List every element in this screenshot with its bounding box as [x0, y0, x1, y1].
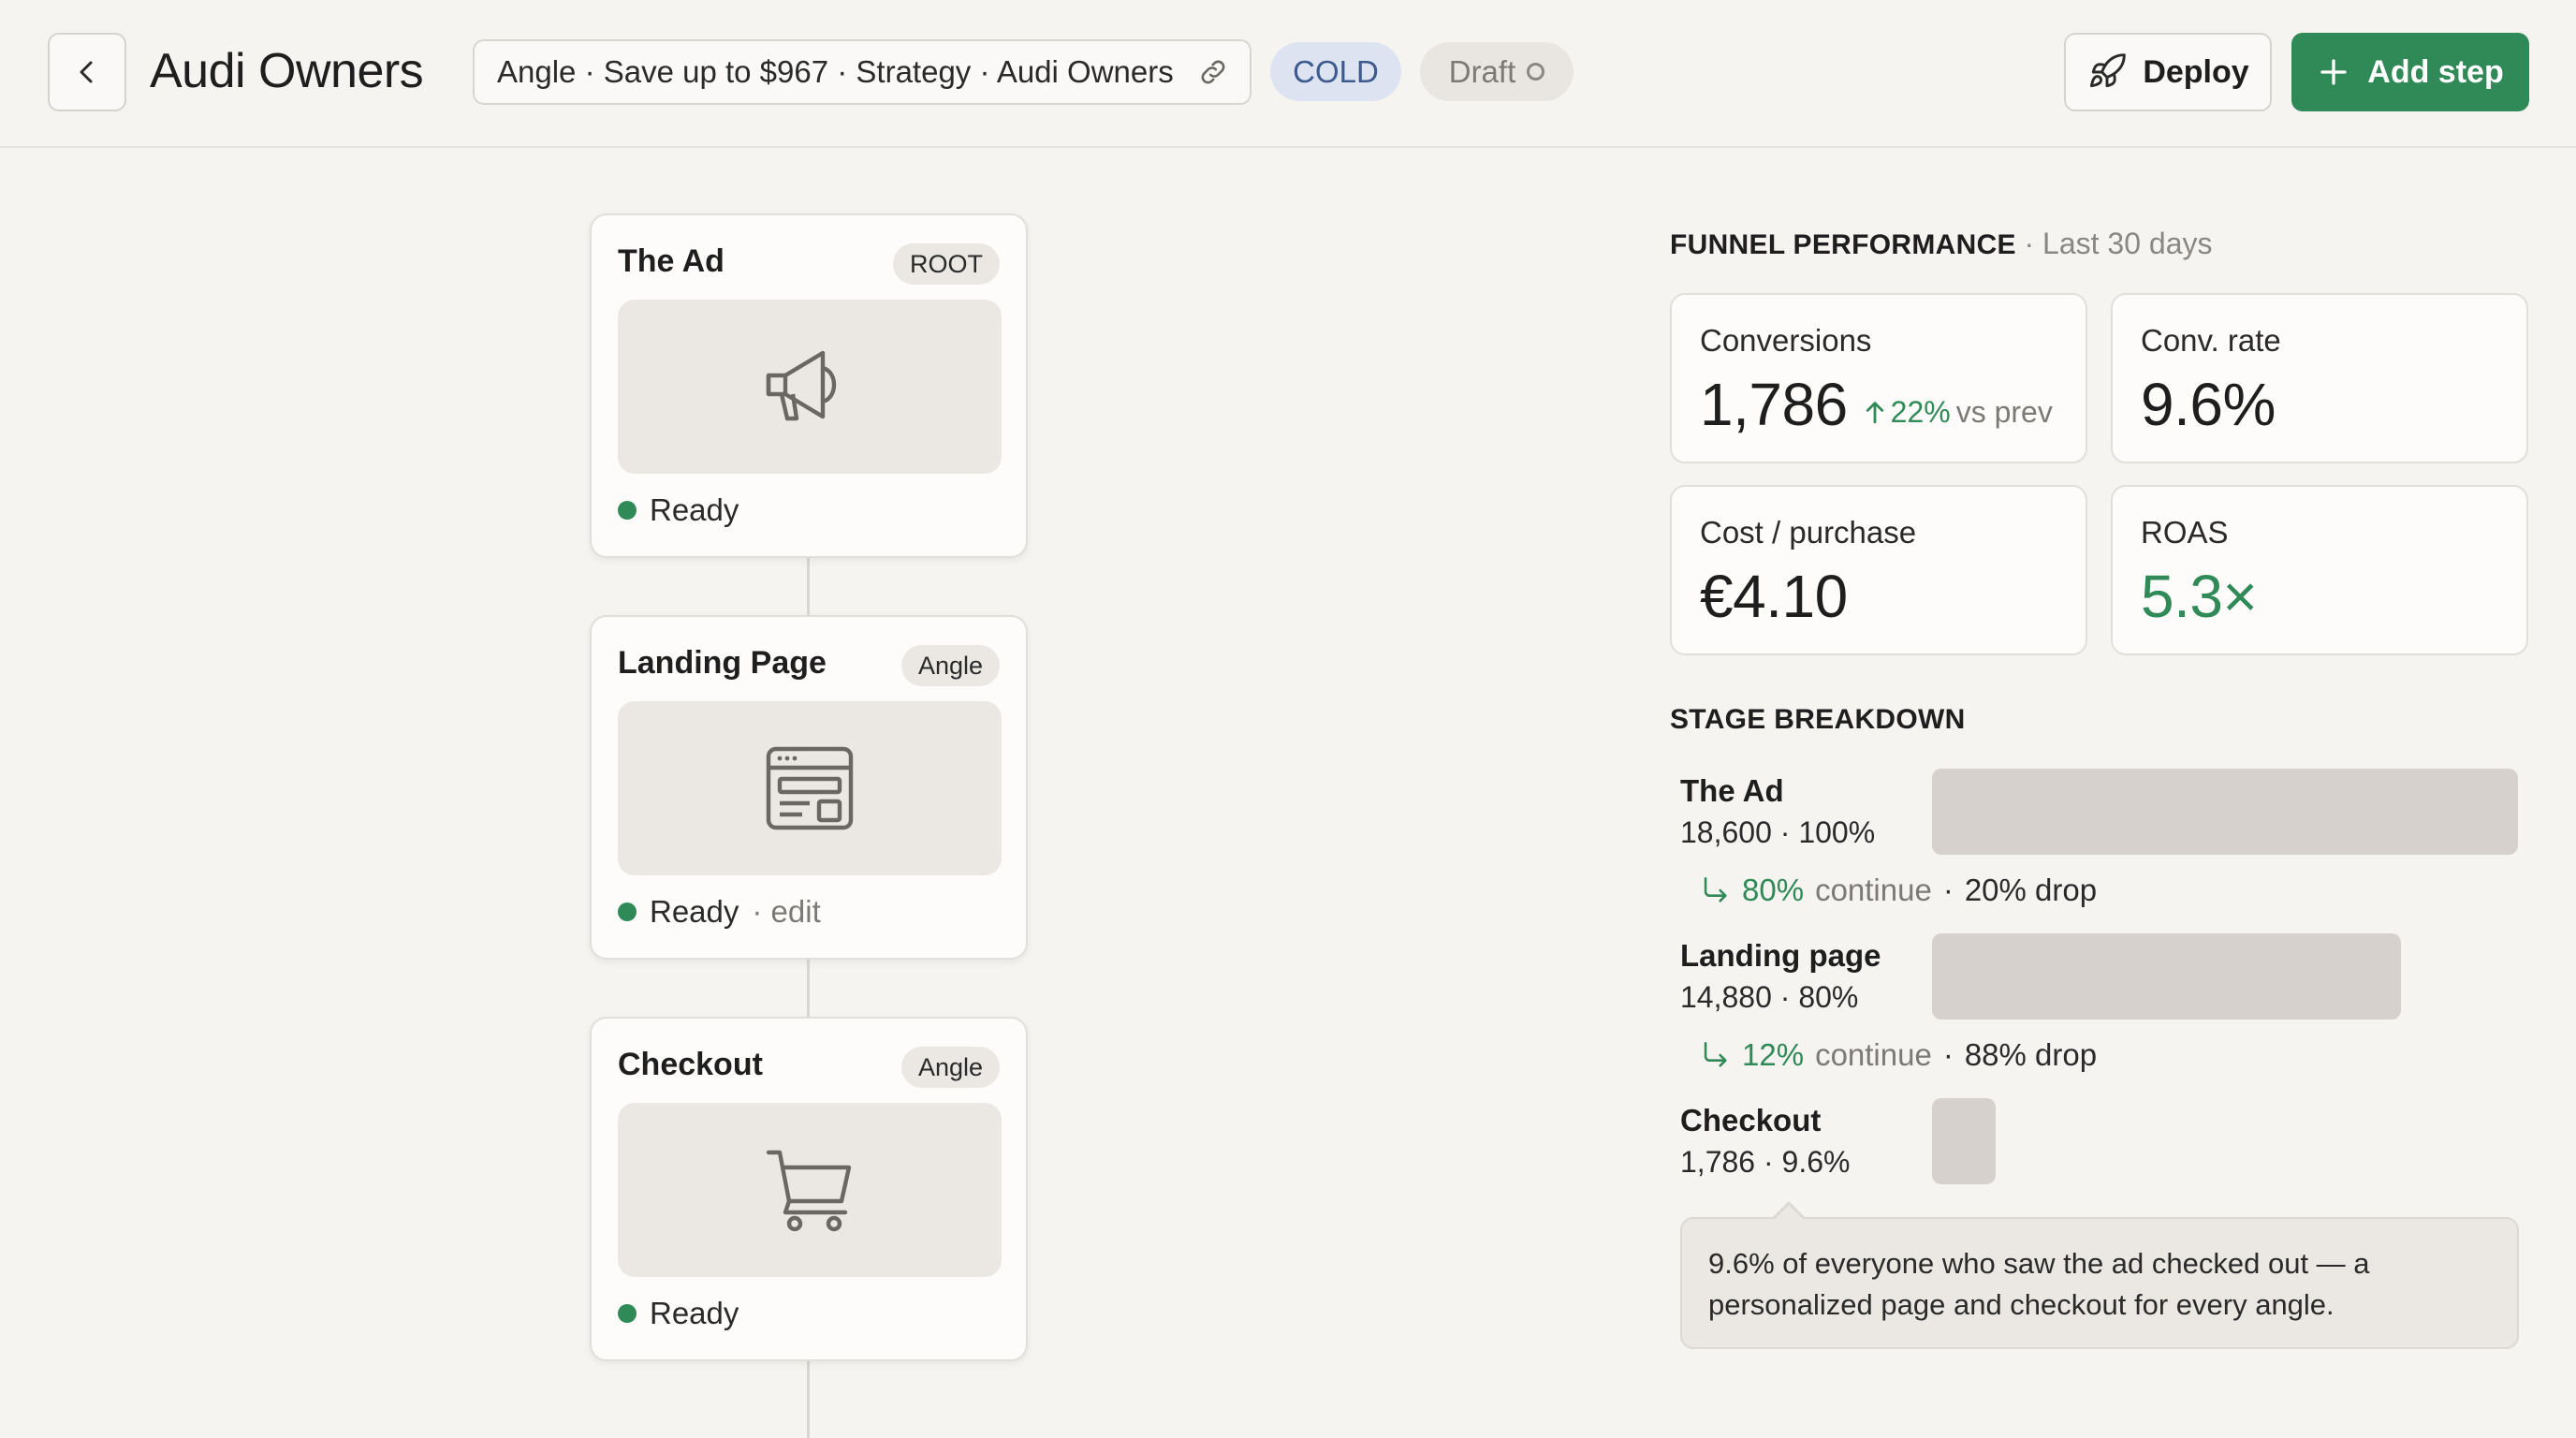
- back-button[interactable]: [48, 33, 126, 111]
- link-icon[interactable]: [1197, 56, 1229, 88]
- metric-label: Cost / purchase: [1700, 515, 1917, 550]
- step-preview[interactable]: [618, 1103, 1002, 1277]
- stage-bar: [1932, 933, 2401, 1020]
- draft-circle-icon: [1527, 63, 1545, 81]
- stage-transition: 80% continue · 20% drop: [1699, 873, 2097, 908]
- continue-percent: 12%: [1742, 1037, 1805, 1072]
- delta-value: 22%: [1890, 394, 1951, 429]
- step-preview[interactable]: [618, 701, 1002, 875]
- stage-name: Landing page: [1680, 938, 1881, 973]
- step-tag: Angle: [900, 1047, 1000, 1088]
- step-card-checkout[interactable]: Checkout Angle Ready: [590, 1017, 1028, 1361]
- metric-delta: 22% vs prev: [1865, 395, 2053, 430]
- metric-label: ROAS: [2141, 515, 2229, 550]
- separator: ·: [1942, 873, 1954, 907]
- step-status: Ready · edit: [618, 894, 821, 930]
- deploy-button[interactable]: Deploy: [2064, 33, 2272, 111]
- metric-card-cost-per-purchase: Cost / purchase €4.10: [1670, 485, 2087, 655]
- drop-label: 88% drop: [1964, 1037, 2098, 1072]
- add-step-label: Add step: [2367, 53, 2504, 90]
- step-preview[interactable]: [618, 300, 1002, 474]
- metric-number: 1,786: [1700, 371, 1848, 438]
- rocket-icon: [2090, 53, 2127, 88]
- stage-stats: 14,880 · 80%: [1680, 980, 1859, 1014]
- funnel-performance-heading: FUNNEL PERFORMANCE · Last 30 days: [1670, 227, 2213, 261]
- arrow-turn-down-right-icon: [1704, 876, 1727, 902]
- step-tag: ROOT: [893, 243, 1000, 285]
- status-badge-draft: Draft: [1420, 42, 1573, 101]
- cart-icon: [766, 1150, 852, 1232]
- step-status: Ready: [618, 1296, 739, 1331]
- edit-link[interactable]: · edit: [752, 894, 820, 930]
- insight-note: 9.6% of everyone who saw the ad checked …: [1680, 1217, 2519, 1349]
- metric-label: Conv. rate: [2141, 323, 2281, 358]
- flow-connector: [807, 1361, 810, 1438]
- flow-connector: [807, 960, 810, 1020]
- stage-bar: [1932, 1098, 1996, 1184]
- breadcrumb-text: Angle · Save up to $967 · Strategy · Aud…: [497, 54, 1174, 89]
- stage-breakdown-heading: STAGE BREAKDOWN: [1670, 704, 1966, 735]
- megaphone-icon: [766, 350, 837, 421]
- chevron-left-icon: [80, 61, 93, 83]
- top-bar: Audi Owners Angle · Save up to $967 · St…: [0, 0, 2576, 148]
- step-tag: Angle: [900, 645, 1000, 686]
- status-label: Ready: [650, 1296, 739, 1330]
- heading-text: FUNNEL PERFORMANCE: [1670, 229, 2016, 260]
- draft-label: Draft: [1448, 53, 1516, 89]
- webpage-icon: [766, 746, 854, 830]
- separator: ·: [1942, 1037, 1954, 1072]
- step-card-landing-page[interactable]: Landing Page Angle Ready · edit: [590, 615, 1028, 960]
- continue-label: continue: [1815, 1037, 1932, 1072]
- metric-value: 9.6%: [2141, 371, 2276, 438]
- metric-label: Conversions: [1700, 323, 1872, 358]
- page-title: Audi Owners: [150, 44, 424, 98]
- stage-stats: 18,600 · 100%: [1680, 815, 1876, 849]
- status-label: Ready: [650, 894, 739, 929]
- status-dot: [618, 1304, 637, 1323]
- flow-connector: [807, 558, 810, 618]
- metric-value: 1,786 22% vs prev: [1700, 370, 2053, 439]
- callout-caret-fill: [1775, 1205, 1803, 1219]
- drop-label: 20% drop: [1964, 873, 2098, 907]
- plus-icon: [2320, 59, 2347, 85]
- continue-percent: 80%: [1742, 873, 1805, 907]
- metric-value: €4.10: [1700, 563, 1848, 630]
- stage-transition: 12% continue · 88% drop: [1699, 1037, 2097, 1073]
- step-title: Checkout: [618, 1047, 763, 1082]
- continue-label: continue: [1815, 873, 1932, 907]
- metric-value: 5.3×: [2141, 563, 2258, 630]
- breadcrumb[interactable]: Angle · Save up to $967 · Strategy · Aud…: [473, 39, 1251, 105]
- step-title: Landing Page: [618, 645, 827, 681]
- status-dot: [618, 501, 637, 520]
- status-label: Ready: [650, 492, 739, 527]
- status-badge-cold: COLD: [1270, 42, 1401, 101]
- period-label: · Last 30 days: [2024, 227, 2213, 260]
- stage-bar: [1932, 769, 2518, 855]
- step-status: Ready: [618, 492, 739, 528]
- step-title: The Ad: [618, 243, 724, 279]
- delta-sub: vs prev: [1955, 394, 2053, 429]
- metric-card-conv-rate: Conv. rate 9.6%: [2111, 293, 2528, 463]
- metric-card-conversions: Conversions 1,786 22% vs prev: [1670, 293, 2087, 463]
- step-card-the-ad[interactable]: The Ad ROOT Ready: [590, 213, 1028, 558]
- metric-card-roas: ROAS 5.3×: [2111, 485, 2528, 655]
- stage-name: The Ad: [1680, 773, 1784, 808]
- add-step-button[interactable]: Add step: [2291, 33, 2529, 111]
- stage-name: Checkout: [1680, 1103, 1822, 1137]
- arrow-turn-down-right-icon: [1704, 1041, 1727, 1067]
- status-dot: [618, 902, 637, 921]
- stage-stats: 1,786 · 9.6%: [1680, 1145, 1851, 1179]
- deploy-label: Deploy: [2143, 53, 2249, 90]
- arrow-up-icon: [1866, 402, 1883, 424]
